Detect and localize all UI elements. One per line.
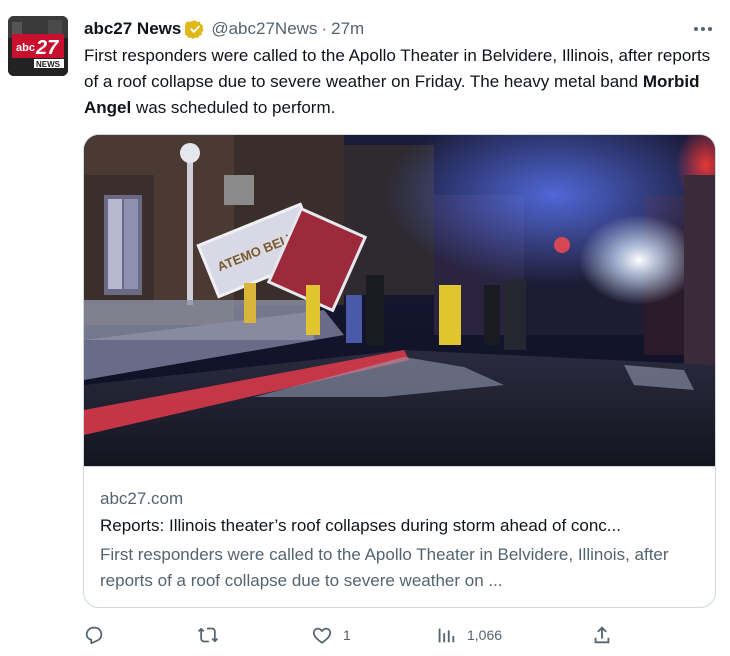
views-count: 1,066 (467, 627, 503, 643)
reply-button[interactable] (83, 620, 115, 650)
verified-badge-icon[interactable] (183, 19, 205, 39)
account-name[interactable]: abc27 News (84, 19, 181, 39)
share-icon (594, 626, 610, 644)
heart-icon (312, 627, 332, 644)
views-button[interactable]: 1,066 (435, 620, 502, 650)
link-card[interactable]: ATEMO BELV abc27.com Reports: Illinois t… (83, 134, 716, 608)
svg-text:27: 27 (35, 37, 59, 59)
avatar[interactable]: abc 27 NEWS (8, 16, 68, 76)
retweet-button[interactable] (197, 620, 229, 650)
like-button[interactable]: 1 (311, 620, 351, 650)
card-image[interactable]: ATEMO BELV (84, 135, 715, 466)
tweet-actions: 1 1,066 (83, 620, 623, 650)
share-button[interactable] (591, 620, 613, 650)
tweet-text-part: First responders were called to the Apol… (84, 46, 711, 91)
card-domain[interactable]: abc27.com (100, 489, 183, 509)
tweet-text: First responders were called to the Apol… (84, 43, 724, 121)
tweet[interactable]: abc 27 NEWS abc27 News @abc27News · 27m … (0, 0, 730, 656)
tweet-text-part: was scheduled to perform. (131, 98, 336, 117)
separator-dot: · (321, 19, 328, 38)
retweet-icon (197, 627, 219, 643)
like-count: 1 (343, 627, 351, 643)
views-chart-icon (438, 628, 455, 643)
tweet-timestamp[interactable]: 27m (331, 19, 364, 39)
card-divider (84, 466, 715, 467)
card-title[interactable]: Reports: Illinois theater’s roof collaps… (100, 516, 700, 536)
svg-text:NEWS: NEWS (36, 60, 61, 69)
tweet-header: abc27 News @abc27News · 27m (84, 17, 364, 41)
abc27-logo: abc 27 NEWS (8, 16, 68, 76)
svg-text:abc: abc (16, 42, 35, 54)
more-options-icon[interactable] (690, 18, 716, 40)
reply-icon (85, 626, 103, 645)
account-handle[interactable]: @abc27News (211, 19, 317, 39)
card-description[interactable]: First responders were called to the Apol… (100, 542, 700, 594)
